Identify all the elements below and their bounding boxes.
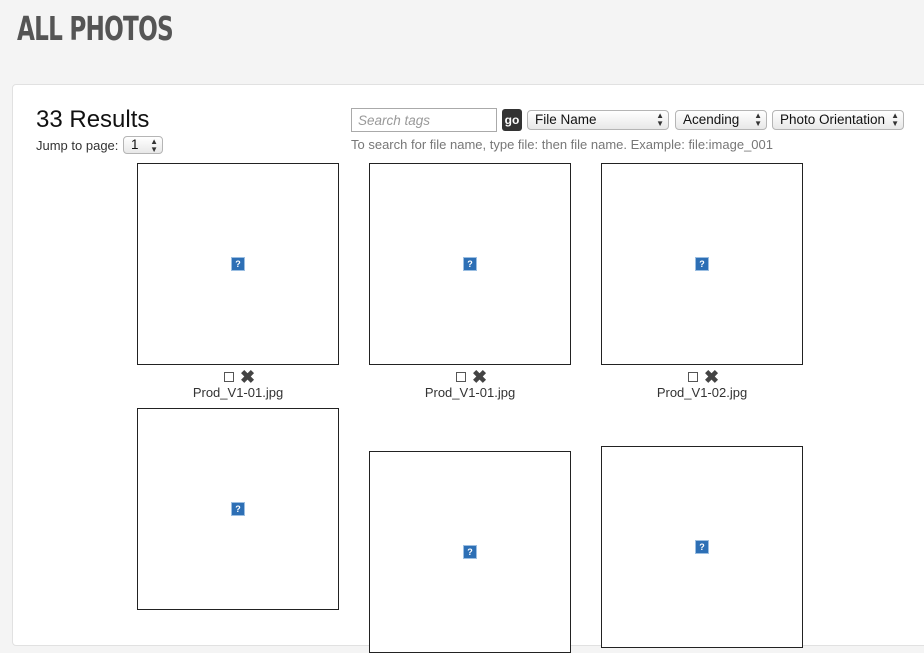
photo-thumbnail[interactable]: ?: [601, 446, 803, 648]
photo-file-name: Prod_V1-01.jpg: [192, 385, 284, 400]
page-select[interactable]: 1 ▲ ▼: [123, 136, 163, 154]
dropdown-arrows-icon: ▲ ▼: [150, 137, 158, 154]
photo-thumbnail[interactable]: ?: [369, 451, 571, 653]
broken-image-icon: ?: [463, 545, 477, 559]
photo-controls: ✖: [456, 368, 487, 386]
sort-order-select[interactable]: Acending ▲ ▼: [675, 110, 767, 130]
broken-image-icon: ?: [231, 502, 245, 516]
results-count: 33 Results: [36, 106, 150, 133]
broken-image-icon: ?: [463, 257, 477, 271]
jump-to-page-label: Jump to page:: [36, 138, 119, 153]
photo-thumbnail[interactable]: ?: [369, 163, 571, 365]
sort-order-value: Acending: [683, 112, 740, 127]
dropdown-arrows-icon: ▲ ▼: [754, 111, 762, 128]
photo-thumbnail[interactable]: ?: [137, 408, 339, 610]
photo-thumbnail[interactable]: ?: [601, 163, 803, 365]
photo-file-name: Prod_V1-02.jpg: [656, 385, 748, 400]
select-checkbox[interactable]: [456, 372, 466, 382]
orientation-value: Photo Orientation: [780, 112, 886, 127]
broken-image-icon: ?: [695, 540, 709, 554]
page-select-value: 1: [131, 137, 139, 152]
delete-icon[interactable]: ✖: [704, 368, 719, 386]
photo-thumbnail[interactable]: ?: [137, 163, 339, 365]
sort-field-select[interactable]: File Name ▲ ▼: [527, 110, 669, 130]
delete-icon[interactable]: ✖: [472, 368, 487, 386]
photo-controls: ✖: [224, 368, 255, 386]
photo-controls: ✖: [688, 368, 719, 386]
select-checkbox[interactable]: [688, 372, 698, 382]
dropdown-arrows-icon: ▲ ▼: [891, 111, 899, 128]
sort-field-value: File Name: [535, 112, 597, 127]
photo-file-name: Prod_V1-01.jpg: [424, 385, 516, 400]
broken-image-icon: ?: [695, 257, 709, 271]
page-title: ALL PHOTOS: [17, 9, 174, 48]
go-button[interactable]: go: [502, 109, 522, 131]
search-hint: To search for file name, type file: then…: [351, 137, 773, 152]
orientation-select[interactable]: Photo Orientation ▲ ▼: [772, 110, 904, 130]
search-tags-input[interactable]: [351, 108, 497, 132]
select-checkbox[interactable]: [224, 372, 234, 382]
dropdown-arrows-icon: ▲ ▼: [656, 111, 664, 128]
broken-image-icon: ?: [231, 257, 245, 271]
delete-icon[interactable]: ✖: [240, 368, 255, 386]
